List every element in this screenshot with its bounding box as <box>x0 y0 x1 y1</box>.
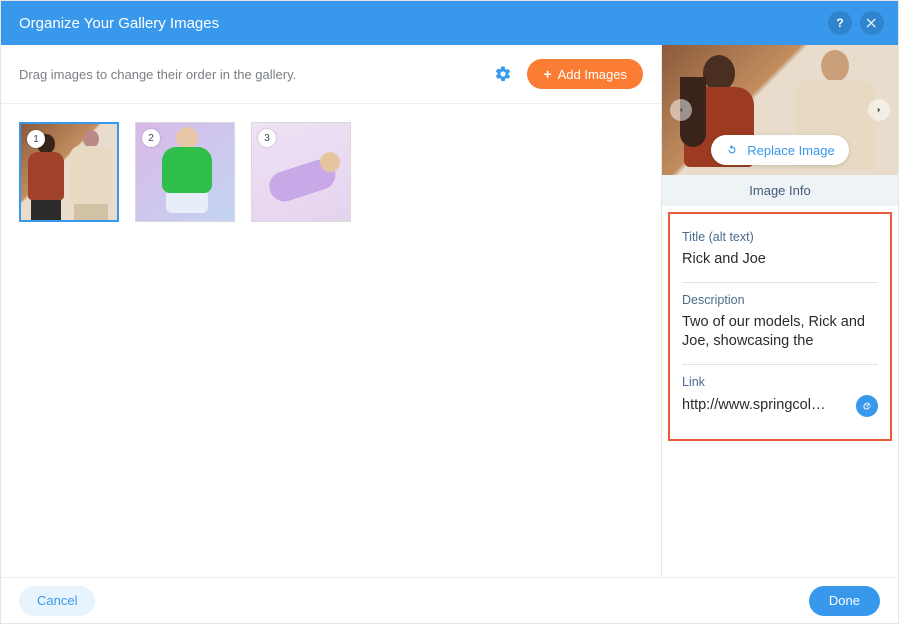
description-label: Description <box>682 293 878 307</box>
help-button[interactable]: ? <box>828 11 852 35</box>
dialog-header: Organize Your Gallery Images ? <box>1 1 898 45</box>
done-button[interactable]: Done <box>809 586 880 616</box>
link-label: Link <box>682 375 878 389</box>
close-icon <box>865 16 879 30</box>
header-actions: ? <box>828 11 884 35</box>
image-info-header: Image Info <box>662 175 898 206</box>
description-value: Two of our models, Rick and Joe, showcas… <box>682 313 878 352</box>
replace-wrap: Replace Image <box>662 135 898 165</box>
preview-prev-button[interactable] <box>670 99 692 121</box>
drag-hint: Drag images to change their order in the… <box>19 67 493 82</box>
inspector-panel: Replace Image Image Info Title (alt text… <box>662 45 898 577</box>
gear-icon <box>494 65 512 83</box>
chevron-right-icon <box>874 105 884 115</box>
thumbnail-index: 2 <box>142 129 160 147</box>
link-field[interactable]: Link http://www.springcol… <box>682 365 878 429</box>
refresh-icon <box>725 143 739 157</box>
gallery-panel: Drag images to change their order in the… <box>1 45 662 577</box>
gallery-toolbar: Drag images to change their order in the… <box>1 45 661 104</box>
title-value: Rick and Joe <box>682 250 878 270</box>
description-field[interactable]: Description Two of our models, Rick and … <box>682 283 878 365</box>
thumbnail-3[interactable]: 3 <box>251 122 351 222</box>
title-label: Title (alt text) <box>682 230 878 244</box>
help-icon: ? <box>836 16 843 30</box>
dialog-footer: Cancel Done <box>1 577 898 623</box>
replace-image-label: Replace Image <box>747 143 834 158</box>
link-edit-button[interactable] <box>856 395 878 417</box>
chevron-left-icon <box>676 105 686 115</box>
preview-next-button[interactable] <box>868 99 890 121</box>
image-preview: Replace Image <box>662 45 898 175</box>
thumbnail-index: 1 <box>27 130 45 148</box>
dialog-body: Drag images to change their order in the… <box>1 45 898 577</box>
link-icon <box>861 400 873 412</box>
dialog-title: Organize Your Gallery Images <box>19 15 828 32</box>
settings-button[interactable] <box>493 64 513 84</box>
plus-icon: + <box>543 67 551 81</box>
gallery-organize-dialog: Organize Your Gallery Images ? Drag imag… <box>0 0 899 624</box>
add-images-button[interactable]: + Add Images <box>527 59 643 89</box>
cancel-button[interactable]: Cancel <box>19 586 95 616</box>
replace-image-button[interactable]: Replace Image <box>711 135 848 165</box>
close-button[interactable] <box>860 11 884 35</box>
image-info-section: Title (alt text) Rick and Joe Descriptio… <box>668 212 892 441</box>
thumbnail-2[interactable]: 2 <box>135 122 235 222</box>
title-field[interactable]: Title (alt text) Rick and Joe <box>682 220 878 283</box>
thumbnail-1[interactable]: 1 <box>19 122 119 222</box>
thumbnail-index: 3 <box>258 129 276 147</box>
thumbnail-grid: 1 2 3 <box>1 104 661 240</box>
add-images-label: Add Images <box>558 67 627 82</box>
link-value: http://www.springcol… <box>682 396 846 416</box>
